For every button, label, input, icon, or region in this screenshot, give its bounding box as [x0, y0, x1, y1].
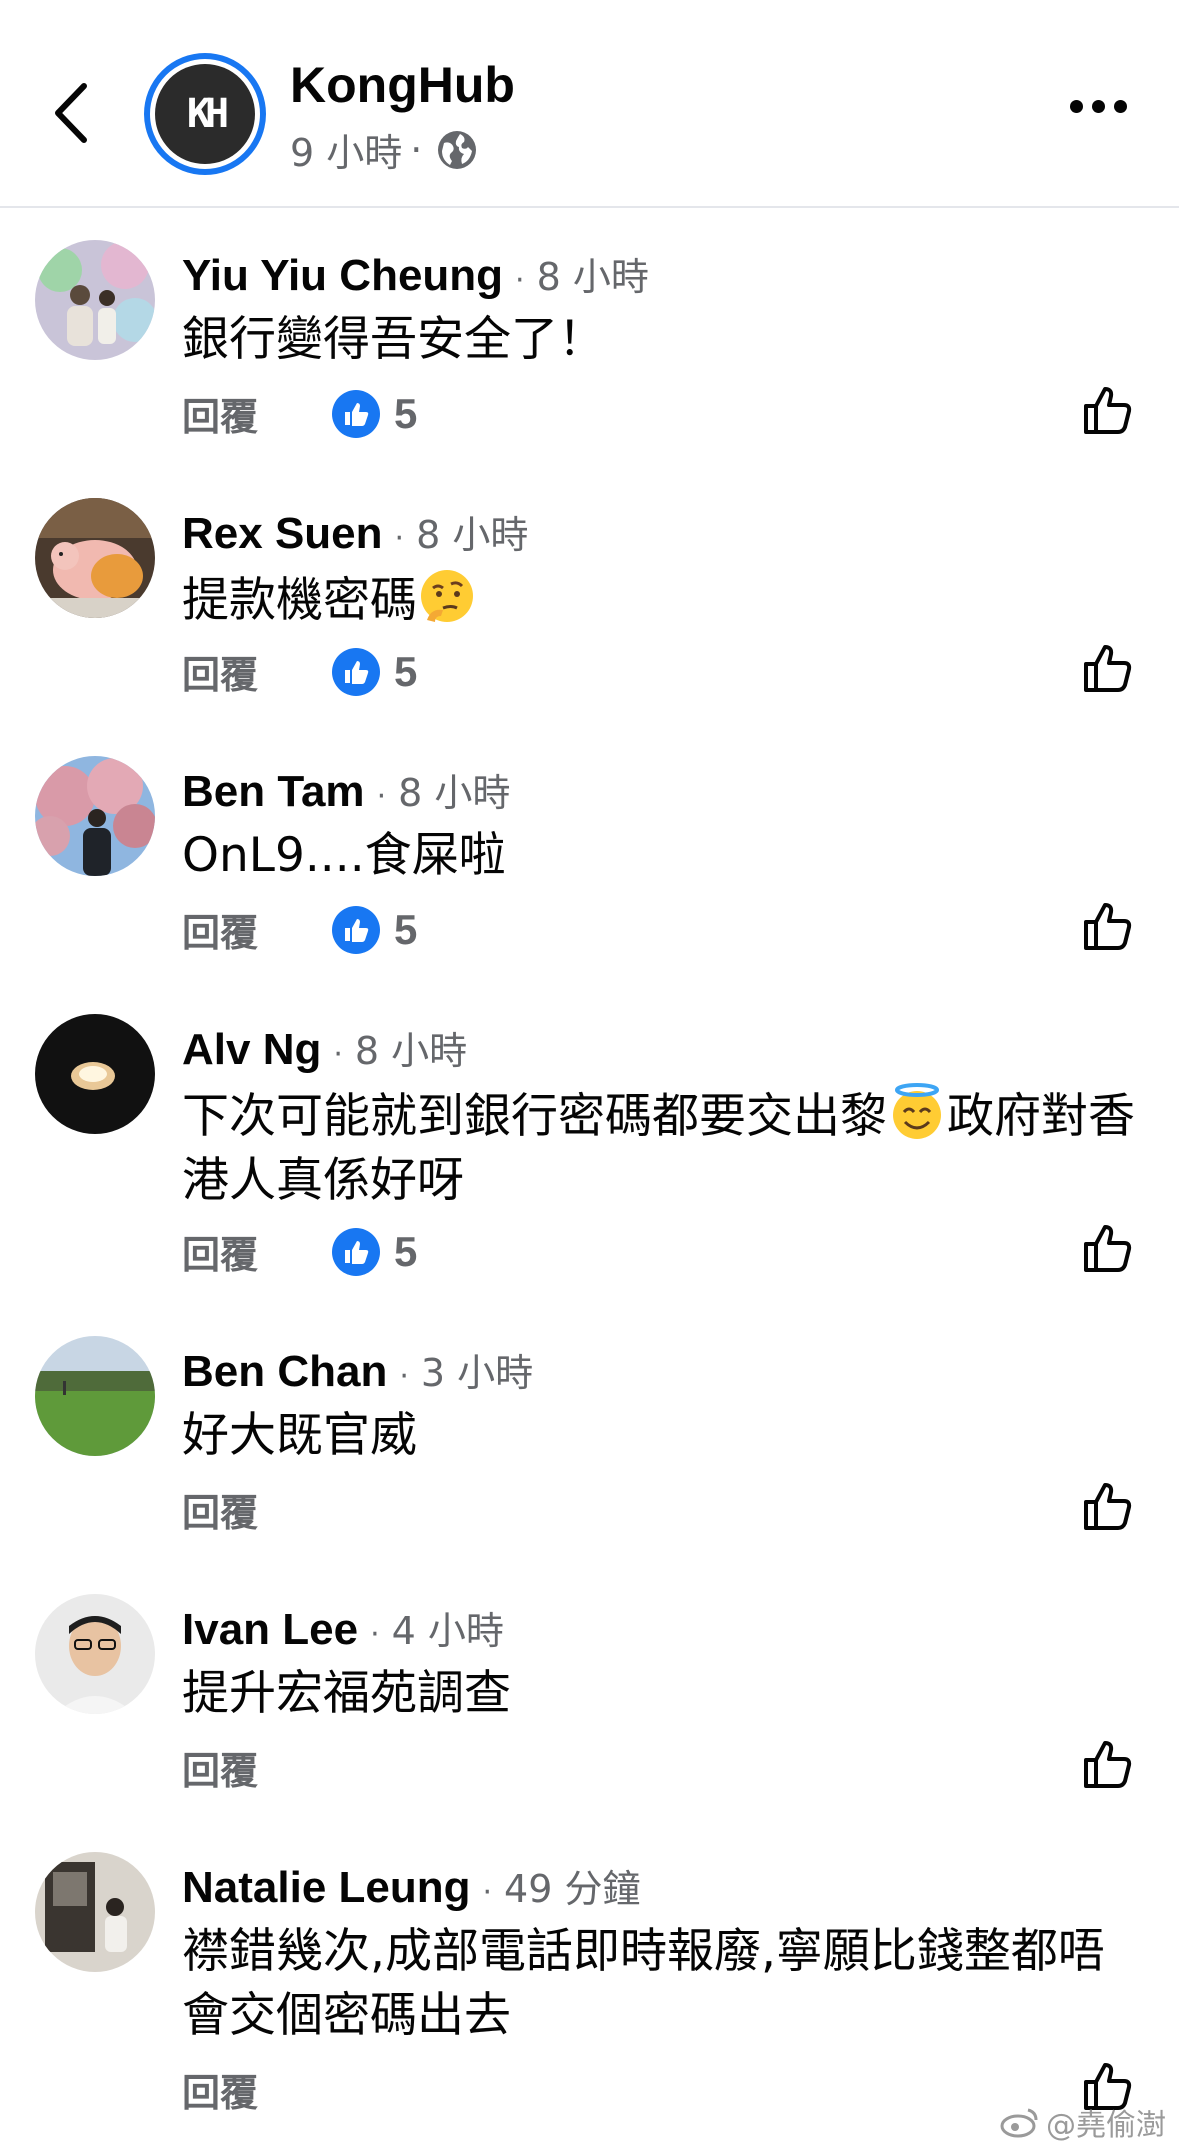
comment-time[interactable]: 8 小時 [416, 504, 528, 559]
like-icon[interactable] [1080, 382, 1136, 438]
post-time: 9 小時 [290, 131, 403, 175]
like-icon[interactable] [1080, 1736, 1136, 1792]
commenter-name[interactable]: Alv Ng [182, 1025, 321, 1075]
comment-time[interactable]: 49 分鐘 [504, 1858, 640, 1913]
like-icon[interactable] [1080, 640, 1136, 696]
comment-text-part1: 下次可能就到銀行密碼都要交出黎 [182, 1089, 887, 1144]
comment-time[interactable]: 8 小時 [537, 246, 649, 301]
avatar[interactable] [35, 498, 155, 618]
commenter-name[interactable]: Ivan Lee [182, 1605, 358, 1655]
meta-separator: · [370, 1617, 380, 1652]
meta-separator: · [333, 1037, 343, 1072]
globe-icon [438, 130, 477, 169]
like-count-badge[interactable]: 5 [332, 1227, 418, 1276]
comment-text: 下次可能就到銀行密碼都要交出黎 政府對香港人真係好呀 [182, 1082, 1142, 1213]
like-icon[interactable] [1080, 898, 1136, 954]
comment-text: 好大既官威 [182, 1408, 417, 1463]
thinking-face-emoji [421, 570, 473, 622]
meta-separator: · [482, 1875, 493, 1910]
like-count: 5 [394, 1227, 418, 1275]
avatar[interactable] [35, 1336, 155, 1456]
comment-time[interactable]: 4 小時 [392, 1600, 504, 1655]
like-icon[interactable] [1080, 1478, 1136, 1534]
avatar[interactable] [35, 240, 155, 360]
comment-text: 銀行變得吾安全了！ [182, 312, 605, 367]
like-count: 5 [394, 389, 418, 437]
meta-separator: · [410, 127, 423, 172]
like-reaction-icon [332, 1227, 381, 1276]
reply-button[interactable]: 回覆 [182, 1224, 258, 1279]
comment-time[interactable]: 3 小時 [421, 1342, 533, 1397]
commenter-name[interactable]: Ben Chan [182, 1347, 387, 1397]
meta-separator: · [515, 263, 525, 298]
page-name[interactable]: KongHub [290, 56, 515, 114]
watermark-text: @堯偷澍 [1046, 2108, 1166, 2143]
like-reaction-icon [332, 905, 381, 954]
like-count: 5 [394, 647, 418, 695]
comment-time[interactable]: 8 小時 [398, 762, 510, 817]
post-header: KH KongHub 9 小時 · [0, 0, 1179, 208]
avatar[interactable] [35, 1014, 155, 1134]
like-icon[interactable] [1080, 1220, 1136, 1276]
like-reaction-icon [332, 389, 381, 438]
reply-button[interactable]: 回覆 [182, 2062, 258, 2117]
commenter-name[interactable]: Ben Tam [182, 767, 365, 817]
comment-text: OnL9....食屎啦 [182, 828, 506, 883]
comment-text: 提款機密碼 [182, 566, 1142, 633]
meta-separator: · [394, 521, 405, 556]
avatar[interactable] [35, 756, 155, 876]
comment-text: 襟錯幾次,成部電話即時報廢,寧願比錢整都唔會交個密碼出去 [182, 1924, 1105, 2043]
meta-separator: · [399, 1359, 409, 1394]
avatar[interactable] [35, 1852, 155, 1972]
like-count-badge[interactable]: 5 [332, 905, 418, 954]
commenter-name[interactable]: Natalie Leung [182, 1863, 471, 1913]
reply-button[interactable]: 回覆 [182, 902, 258, 957]
page-avatar[interactable]: KH [144, 53, 266, 175]
meta-separator: · [376, 779, 387, 814]
reply-button[interactable]: 回覆 [182, 1740, 258, 1795]
like-reaction-icon [332, 647, 381, 696]
reply-button[interactable]: 回覆 [182, 386, 258, 441]
like-count: 5 [394, 905, 418, 953]
more-options-icon[interactable] [1070, 100, 1127, 113]
like-count-badge[interactable]: 5 [332, 389, 418, 438]
page-logo: KH [155, 64, 255, 164]
watermark: @堯偷澍 [1000, 2100, 1166, 2144]
comment-time[interactable]: 8 小時 [355, 1020, 467, 1075]
comment-text: 提升宏福苑調查 [182, 1666, 511, 1721]
post-meta: 9 小時 · [290, 122, 478, 177]
reply-button[interactable]: 回覆 [182, 1482, 258, 1537]
reply-button[interactable]: 回覆 [182, 644, 258, 699]
commenter-name[interactable]: Rex Suen [182, 509, 383, 559]
halo-face-emoji [893, 1083, 941, 1139]
weibo-icon [1000, 2108, 1038, 2138]
like-count-badge[interactable]: 5 [332, 647, 418, 696]
commenter-name[interactable]: Yiu Yiu Cheung [182, 251, 503, 301]
avatar[interactable] [35, 1594, 155, 1714]
comment-text-content: 提款機密碼 [182, 573, 417, 628]
back-arrow-icon[interactable] [48, 78, 98, 148]
